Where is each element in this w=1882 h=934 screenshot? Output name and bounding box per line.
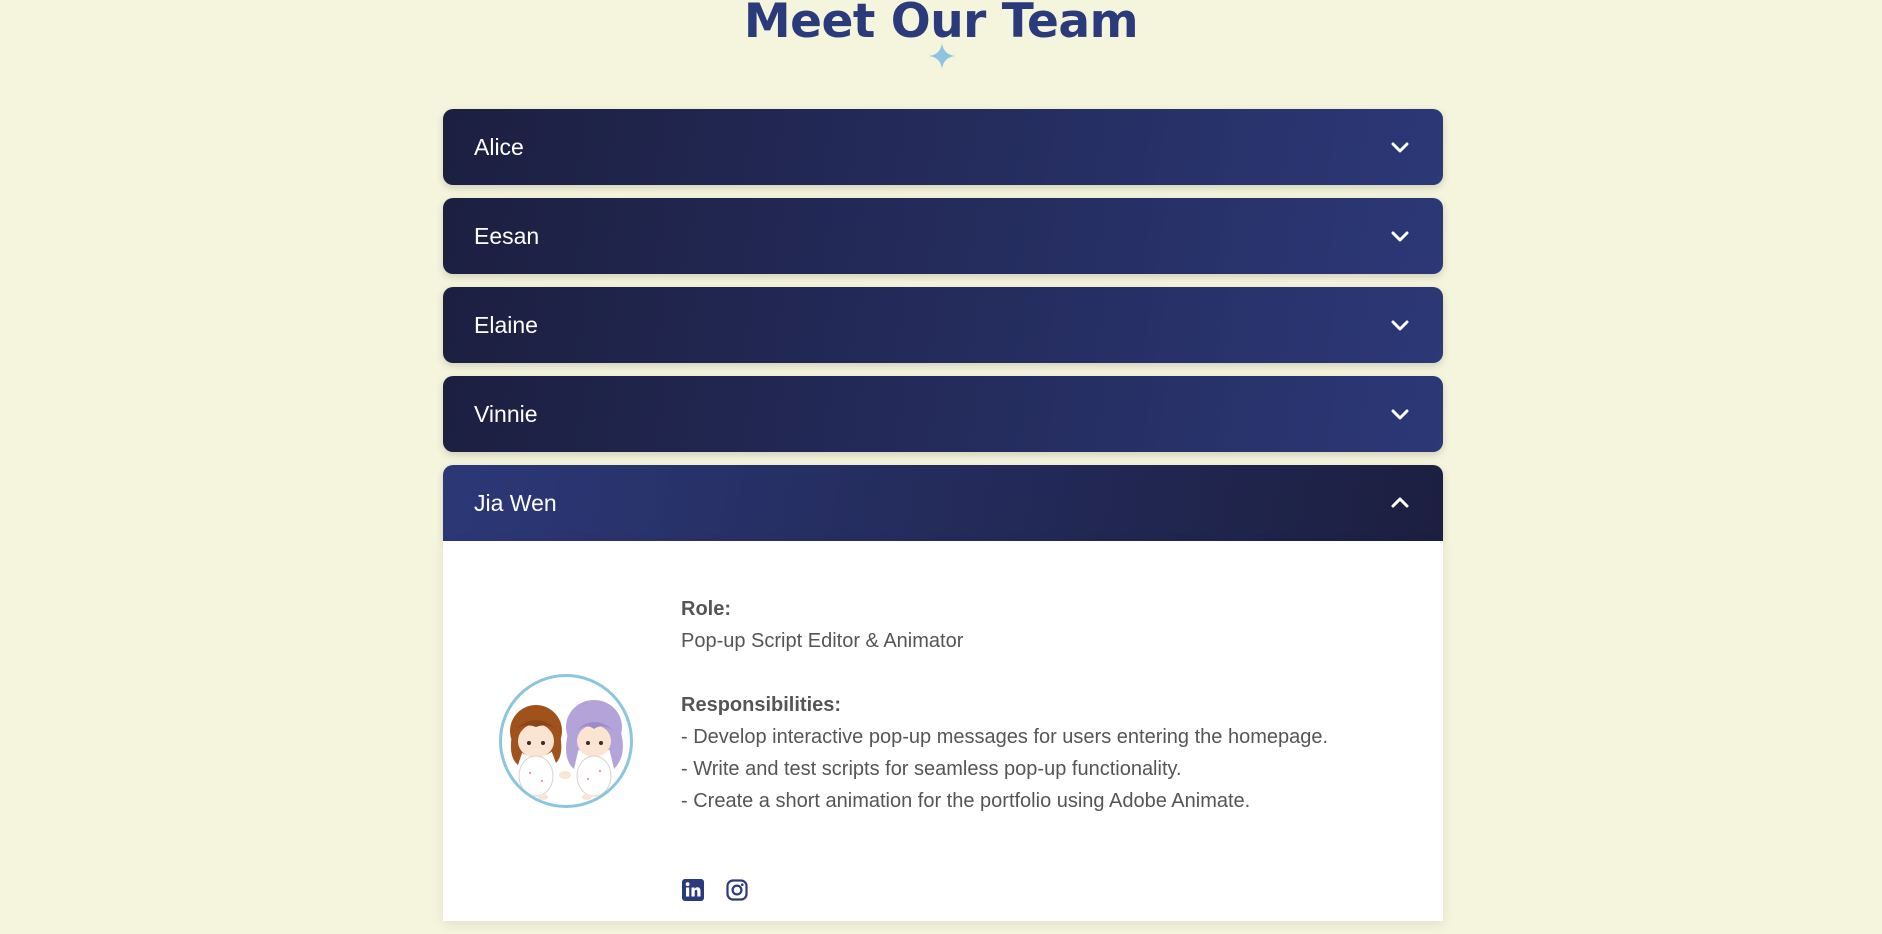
responsibilities-label: Responsibilities: [681, 694, 842, 716]
instagram-icon[interactable] [725, 878, 749, 902]
accordion-item-eesan: Eesan [443, 198, 1443, 274]
responsibility-item: - Write and test scripts for seamless po… [681, 758, 1182, 780]
accordion-item-vinnie: Vinnie [443, 376, 1443, 452]
role-value: Pop-up Script Editor & Animator [681, 630, 964, 652]
responsibility-item: - Develop interactive pop-up messages fo… [681, 726, 1329, 748]
chevron-down-icon [1391, 320, 1409, 331]
accordion-header-alice[interactable]: Alice [443, 109, 1443, 185]
responsibility-item: - Create a short animation for the portf… [681, 790, 1251, 812]
accordion-header-jia-wen[interactable]: Jia Wen [443, 465, 1443, 541]
chevron-down-icon [1391, 409, 1409, 420]
member-name: Jia Wen [474, 489, 557, 516]
team-accordion: Alice Eesan Elaine Vinnie Jia Wen Role: … [443, 109, 1443, 934]
member-name: Vinnie [474, 400, 538, 427]
accordion-header-eesan[interactable]: Eesan [443, 198, 1443, 274]
accordion-header-vinnie[interactable]: Vinnie [443, 376, 1443, 452]
sparkle-icon [929, 43, 955, 69]
avatar [499, 674, 633, 808]
accordion-item-jia-wen: Jia Wen Role: Pop-up Script Editor & Ani… [443, 465, 1443, 921]
chevron-up-icon [1391, 497, 1409, 508]
avatar-illustration [510, 700, 623, 800]
accordion-item-elaine: Elaine [443, 287, 1443, 363]
chevron-down-icon [1391, 231, 1409, 242]
accordion-header-elaine[interactable]: Elaine [443, 287, 1443, 363]
linkedin-icon[interactable] [681, 878, 705, 902]
role-label: Role: [681, 598, 731, 620]
chevron-down-icon [1391, 142, 1409, 153]
member-name: Alice [474, 133, 524, 160]
accordion-panel-jia-wen: Role: Pop-up Script Editor & Animator Re… [443, 541, 1443, 921]
social-links [681, 878, 749, 902]
accordion-item-alice: Alice [443, 109, 1443, 185]
member-name: Elaine [474, 311, 538, 338]
member-name: Eesan [474, 222, 540, 249]
member-details: Role: Pop-up Script Editor & Animator Re… [681, 593, 1328, 817]
